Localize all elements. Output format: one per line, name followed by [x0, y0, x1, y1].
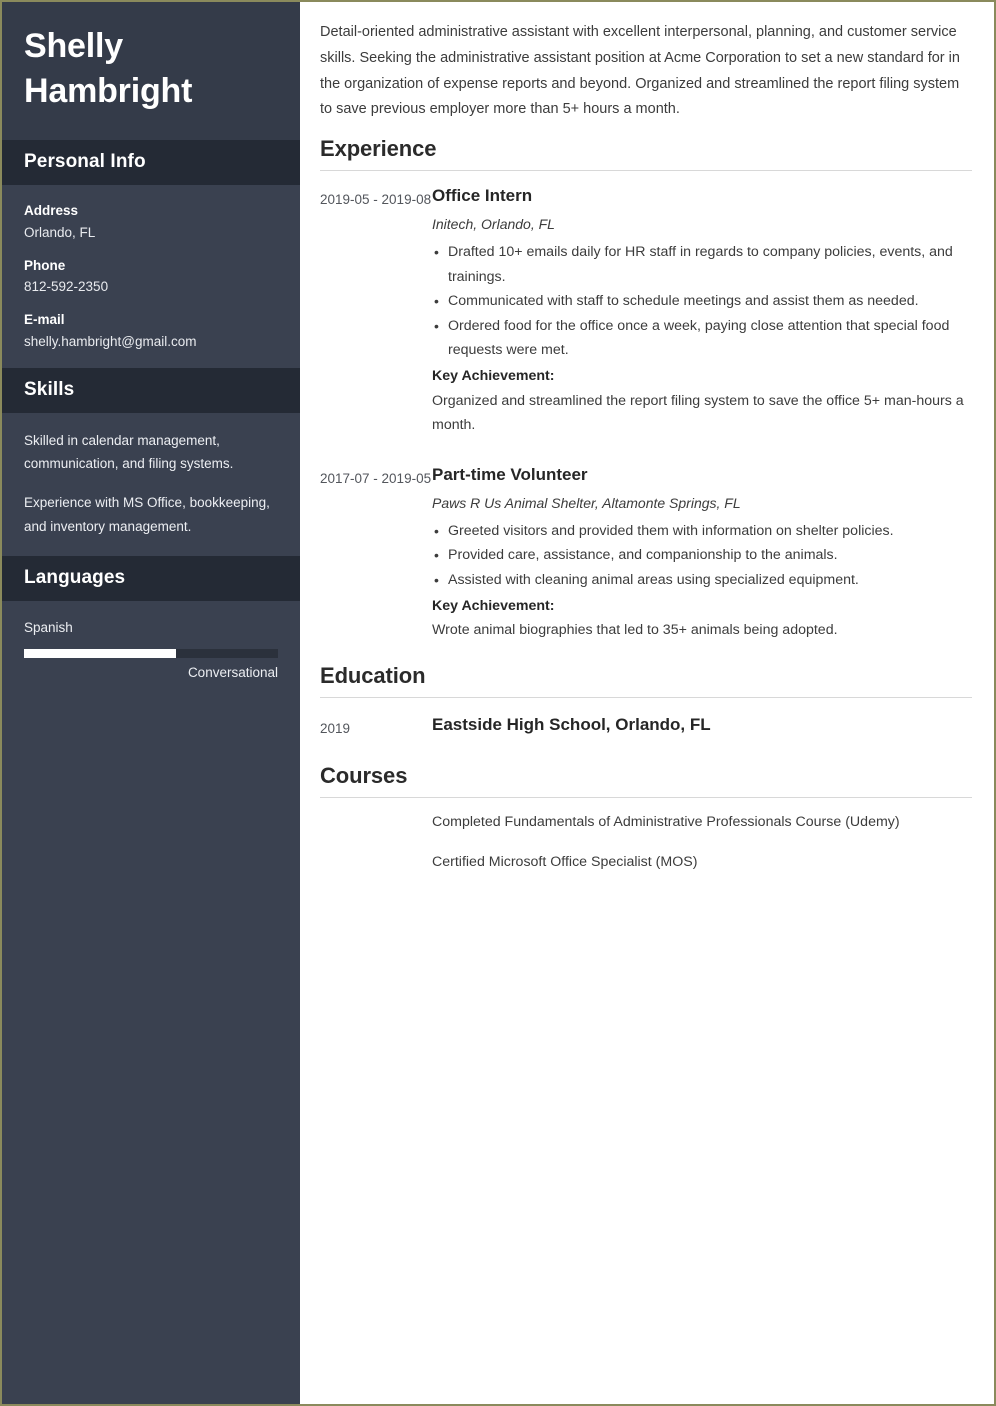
course-date-spacer: [320, 812, 432, 833]
phone-value[interactable]: 812-592-2350: [24, 277, 278, 297]
personal-info-item-address: Address Orlando, FL: [24, 201, 278, 243]
course-list: Completed Fundamentals of Administrative…: [320, 798, 972, 887]
section-education: Education 2019 Eastside High School, Orl…: [320, 663, 972, 756]
experience-job-title: Office Intern: [432, 186, 533, 206]
address-label: Address: [24, 203, 79, 219]
experience-dates: 2017-07 - 2019-05: [320, 470, 432, 486]
experience-dates: 2019-05 - 2019-08: [320, 192, 432, 208]
section-title-courses: Courses: [320, 763, 408, 789]
sidebar: Shelly Hambright Personal Info Address O…: [2, 2, 300, 1404]
experience-entry: 2017-07 - 2019-05 Part-time Volunteer Pa…: [320, 450, 972, 655]
education-entry: 2019 Eastside High School, Orlando, FL: [320, 698, 972, 756]
experience-company: Paws R Us Animal Shelter, Altamonte Spri…: [432, 494, 741, 511]
language-proficiency-fill: [24, 649, 177, 659]
email-label: E-mail: [24, 312, 65, 328]
course-item: Certified Microsoft Office Specialist (M…: [320, 852, 972, 873]
professional-summary: Detail-oriented administrative assistant…: [320, 24, 960, 118]
section-title-experience: Experience: [320, 136, 437, 162]
phone-label: Phone: [24, 257, 66, 273]
skill-paragraph: Skilled in calendar management, communic…: [24, 432, 234, 472]
personal-info-item-email: E-mail shelly.hambright@gmail.com: [24, 310, 278, 352]
sidebar-filler: [2, 694, 300, 1404]
language-name: Spanish: [24, 619, 73, 635]
skill-paragraph: Experience with MS Office, bookkeeping, …: [24, 495, 270, 534]
experience-entry-body: Office Intern Initech, Orlando, FL Draft…: [432, 185, 972, 437]
personal-info-list: Address Orlando, FL Phone 812-592-2350 E…: [2, 185, 300, 368]
experience-bullet: Drafted 10+ emails daily for HR staff in…: [432, 240, 972, 289]
section-courses: Courses Completed Fundamentals of Admini…: [320, 763, 972, 887]
experience-bullet: Ordered food for the office once a week,…: [432, 314, 972, 363]
key-achievement-text: Organized and streamlined the report fil…: [432, 392, 964, 434]
experience-bullet: Greeted visitors and provided them with …: [432, 519, 972, 544]
experience-bullet: Communicated with staff to schedule meet…: [432, 289, 972, 314]
name-block: Shelly Hambright: [2, 2, 300, 141]
section-experience: Experience 2019-05 - 2019-08 Office Inte…: [320, 136, 972, 655]
address-value: Orlando, FL: [24, 224, 96, 240]
experience-bullet-list: Drafted 10+ emails daily for HR staff in…: [432, 240, 972, 362]
course-item: Completed Fundamentals of Administrative…: [320, 812, 972, 833]
sidebar-heading-skills: Skills: [2, 367, 300, 413]
languages-list: Spanish Conversational: [2, 601, 300, 695]
key-achievement-label: Key Achievement:: [432, 598, 555, 615]
experience-bullet: Provided care, assistance, and companion…: [432, 543, 972, 568]
key-achievement-text: Wrote animal biographies that led to 35+…: [432, 622, 838, 639]
course-text: Certified Microsoft Office Specialist (M…: [432, 853, 698, 870]
skills-list: Skilled in calendar management, communic…: [2, 413, 300, 556]
section-title-education: Education: [320, 662, 426, 688]
candidate-name: Shelly Hambright: [24, 27, 193, 111]
course-text: Completed Fundamentals of Administrative…: [432, 814, 900, 831]
experience-job-title: Part-time Volunteer: [432, 464, 588, 484]
sidebar-heading-languages: Languages: [2, 555, 300, 601]
personal-info-item-phone: Phone 812-592-2350: [24, 256, 278, 298]
resume-page: Shelly Hambright Personal Info Address O…: [0, 0, 996, 1406]
language-item-spanish: Spanish Conversational: [24, 617, 278, 681]
education-school: Eastside High School, Orlando, FL: [432, 714, 711, 734]
sidebar-heading-personal-info: Personal Info: [2, 140, 300, 186]
email-value[interactable]: shelly.hambright@gmail.com: [24, 332, 278, 352]
experience-entry: 2019-05 - 2019-08 Office Intern Initech,…: [320, 171, 972, 449]
experience-bullet-list: Greeted visitors and provided them with …: [432, 519, 972, 592]
experience-company: Initech, Orlando, FL: [432, 216, 555, 233]
key-achievement-label: Key Achievement:: [432, 368, 555, 385]
experience-entry-body: Part-time Volunteer Paws R Us Animal She…: [432, 464, 972, 643]
language-level-label: Conversational: [187, 665, 278, 681]
language-proficiency-bar: [24, 649, 278, 659]
course-date-spacer: [320, 852, 432, 873]
main-content: Detail-oriented administrative assistant…: [300, 2, 994, 1404]
education-year: 2019: [320, 720, 351, 736]
experience-bullet: Assisted with cleaning animal areas usin…: [432, 568, 972, 593]
